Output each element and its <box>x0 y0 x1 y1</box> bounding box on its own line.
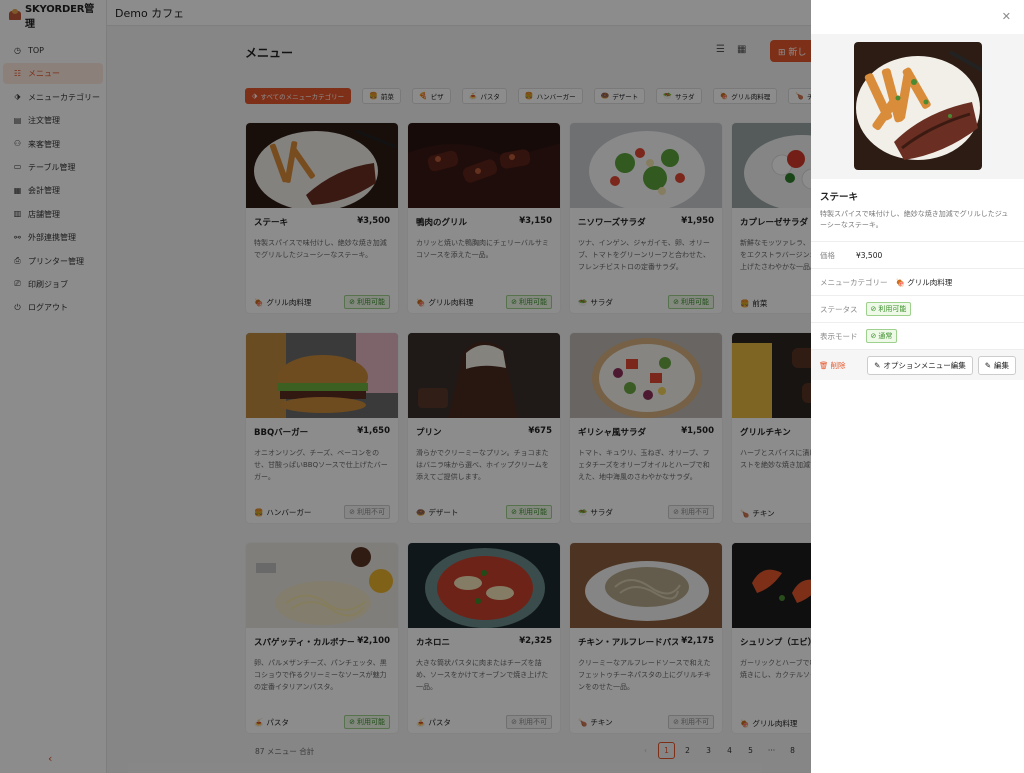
delete-label: 削除 <box>830 360 846 370</box>
detail-price-row: 価格 ¥3,500 <box>811 242 1024 269</box>
status-badge-text: 利用可能 <box>878 305 907 313</box>
check-circle-icon: ⊘ <box>870 332 877 340</box>
close-icon[interactable]: ✕ <box>1002 10 1011 23</box>
price-label: 価格 <box>820 250 835 260</box>
detail-image <box>854 42 982 170</box>
detail-category-row: メニューカテゴリー 🍖 グリル肉料理 <box>811 269 1024 296</box>
category-value-text: グリル肉料理 <box>907 277 953 287</box>
mode-badge-text: 通常 <box>878 332 893 340</box>
edit-button[interactable]: ✎ 編集 <box>977 355 1016 375</box>
detail-description: 特製スパイスで味付けし、絶妙な焼き加減でグリルしたジューシーなステーキ。 <box>811 203 1024 242</box>
option-menu-edit-label: オプションメニュー編集 <box>883 360 966 370</box>
mode-badge: ⊘ 通常 <box>865 329 898 343</box>
price-value: ¥3,500 <box>856 250 883 260</box>
trash-icon: 🗑 <box>819 360 829 370</box>
check-circle-icon: ⊘ <box>870 305 877 313</box>
menu-detail-drawer: ✕ ステーキ 特製スパイスで味付けし、絶妙な焼き加減でグリルしたジューシーなステ… <box>811 0 1024 773</box>
status-badge: ⊘ 利用可能 <box>865 302 912 316</box>
detail-actions: 🗑 削除 ✎ オプションメニュー編集 ✎ 編集 <box>811 350 1024 380</box>
pencil-icon: ✎ <box>874 360 881 370</box>
option-menu-edit-button[interactable]: ✎ オプションメニュー編集 <box>867 355 973 375</box>
category-value: 🍖 グリル肉料理 <box>896 277 953 288</box>
pencil-icon: ✎ <box>984 360 991 370</box>
detail-status-row: ステータス ⊘ 利用可能 <box>811 296 1024 323</box>
mode-label: 表示モード <box>820 331 858 341</box>
status-label: ステータス <box>820 304 858 314</box>
delete-button[interactable]: 🗑 削除 <box>819 360 862 371</box>
detail-title: ステーキ <box>820 192 859 203</box>
edit-label: 編集 <box>994 360 1009 370</box>
grill-icon: 🍖 <box>895 277 905 287</box>
detail-image-area <box>811 34 1024 179</box>
detail-mode-row: 表示モード ⊘ 通常 <box>811 323 1024 350</box>
category-label: メニューカテゴリー <box>820 277 888 287</box>
